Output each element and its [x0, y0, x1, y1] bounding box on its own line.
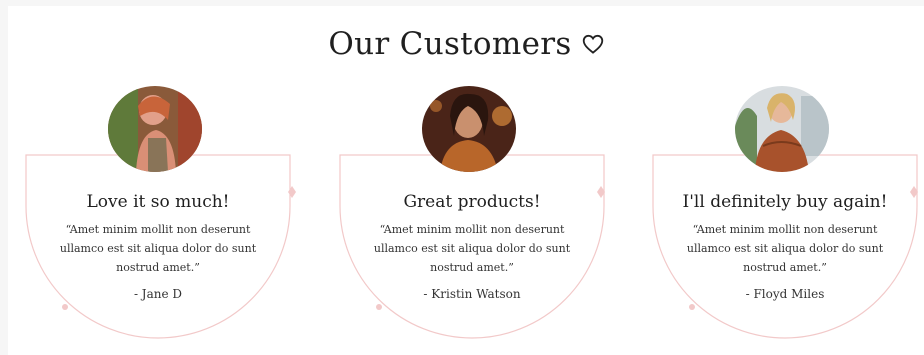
dot-marker [689, 304, 695, 310]
avatar [108, 86, 202, 172]
card-quote: “Amet minim mollit non deserunt ullamco … [59, 223, 257, 274]
section-title: Our Customers [328, 26, 572, 62]
card-title: I'll definitely buy again! [682, 192, 888, 212]
card-author: - Jane D [133, 287, 183, 301]
card-author: - Kristin Watson [423, 287, 521, 301]
avatar [422, 86, 516, 172]
card-title: Love it so much! [86, 192, 230, 212]
heart-icon [582, 34, 603, 54]
card-quote: “Amet minim mollit non deserunt ullamco … [373, 223, 571, 274]
customers-section: Our Customers Love it so much! “Amet min… [8, 6, 924, 355]
section-title-row: Our Customers [8, 26, 924, 62]
testimonial-card: Love it so much! “Amet minim mollit non … [25, 86, 325, 355]
card-quote: “Amet minim mollit non deserunt ullamco … [686, 223, 884, 274]
testimonial-card: I'll definitely buy again! “Amet minim m… [652, 86, 924, 355]
testimonial-card: Great products! “Amet minim mollit non d… [339, 86, 639, 355]
avatar [735, 86, 829, 172]
dot-marker [62, 304, 68, 310]
card-title: Great products! [403, 192, 541, 212]
card-author: - Floyd Miles [745, 287, 825, 301]
dot-marker [376, 304, 382, 310]
